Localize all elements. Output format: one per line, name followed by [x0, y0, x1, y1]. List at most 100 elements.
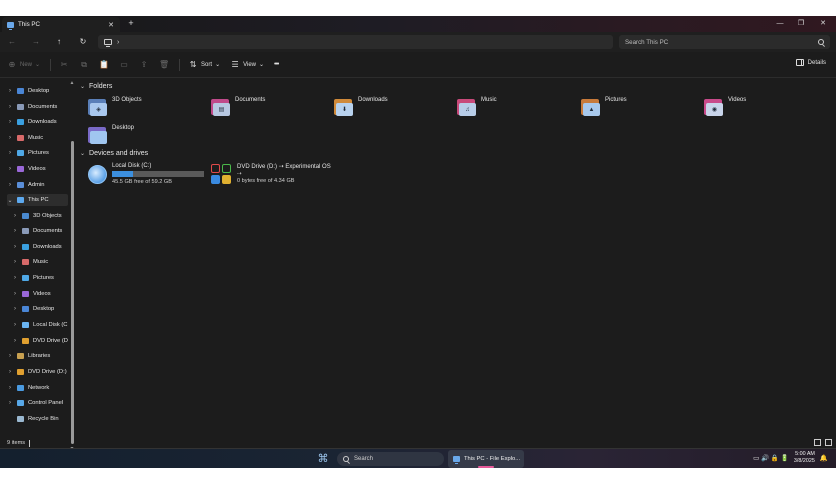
folder-item[interactable]: ◈ 3D Objects — [88, 95, 142, 119]
sidebar-item[interactable]: › Admin — [7, 179, 68, 191]
close-button[interactable]: ✕ — [816, 18, 830, 29]
expand-chevron-icon[interactable]: › — [7, 104, 13, 110]
sidebar-item[interactable]: › Music — [12, 256, 68, 268]
folder-item[interactable]: ♫ Music — [457, 95, 497, 119]
file-explorer-window: This PC ✕ + — ❐ ✕ ← → ↑ ↻ › Search This … — [0, 16, 836, 468]
copy-button[interactable]: ⧉ — [79, 60, 89, 70]
folder-item[interactable]: ⬇ Downloads — [334, 95, 388, 119]
expand-chevron-icon[interactable]: › — [7, 400, 13, 406]
dvd-drive-d[interactable]: DVD Drive (D:) ⇢ Experimental OS ⇢ 0 byt… — [211, 163, 331, 184]
expand-chevron-icon[interactable]: › — [12, 291, 18, 297]
drives-section-header[interactable]: ⌄ Devices and drives — [80, 150, 148, 157]
local-disk-c[interactable]: Local Disk (C:) 45.5 GB free of 59.2 GB — [88, 163, 204, 185]
sidebar-item[interactable]: › Desktop — [12, 303, 68, 315]
expand-chevron-icon[interactable]: › — [7, 119, 13, 125]
notification-bell-icon[interactable]: 🔔 — [820, 454, 828, 462]
folder-icon — [22, 244, 29, 250]
paste-button[interactable]: 📋 — [99, 60, 109, 69]
forward-button[interactable]: → — [30, 36, 42, 48]
view-button[interactable]: ☰ View ⌄ — [230, 60, 265, 69]
clock[interactable]: 5:00 AM 3/8/2025 — [794, 451, 815, 465]
expand-chevron-icon[interactable]: › — [7, 166, 13, 172]
expand-chevron-icon[interactable]: › — [7, 135, 13, 141]
sidebar-item[interactable]: › Music — [7, 132, 68, 144]
start-button[interactable]: ⌘ — [316, 452, 330, 466]
expand-chevron-icon[interactable]: › — [7, 150, 13, 156]
folder-icon: ▤ — [211, 98, 231, 116]
scrollbar-thumb[interactable] — [70, 141, 74, 444]
sidebar-item[interactable]: › DVD Drive (D:) — [7, 366, 68, 378]
sidebar-item[interactable]: › Downloads — [7, 116, 68, 128]
expand-chevron-icon[interactable]: › — [7, 369, 13, 375]
sidebar-item[interactable]: › Videos — [12, 288, 68, 300]
expand-chevron-icon[interactable]: › — [7, 385, 13, 391]
expand-chevron-icon[interactable]: › — [12, 259, 18, 265]
sidebar-item[interactable]: › Network — [7, 382, 68, 394]
new-tab-button[interactable]: + — [126, 18, 136, 28]
details-button[interactable]: Details — [795, 59, 826, 66]
expand-chevron-icon[interactable]: › — [12, 275, 18, 281]
tray-icons[interactable]: ▭ 🔊 🔒 🔋 — [753, 454, 789, 462]
expand-chevron-icon[interactable]: › — [12, 228, 18, 234]
folder-label: Videos — [728, 97, 747, 103]
folder-item[interactable]: ▤ Documents — [211, 95, 265, 119]
folder-item[interactable]: ◉ Videos — [704, 95, 746, 119]
tiles-view-icon[interactable] — [825, 439, 832, 446]
sidebar-item[interactable]: › Documents — [12, 225, 68, 237]
expand-chevron-icon[interactable]: ⌄ — [7, 197, 13, 204]
new-button[interactable]: ⊕ New ⌄ — [7, 60, 40, 69]
folder-item[interactable]: Desktop — [88, 123, 134, 147]
expand-chevron-icon[interactable]: › — [12, 322, 18, 328]
expand-chevron-icon[interactable]: › — [12, 338, 18, 344]
chevron-down-icon: ⌄ — [35, 62, 41, 68]
delete-button[interactable]: 🗑 — [159, 60, 169, 69]
refresh-button[interactable]: ↻ — [77, 36, 89, 48]
tab-this-pc[interactable]: This PC ✕ — [2, 17, 120, 32]
folder-label: Pictures — [605, 97, 627, 103]
breadcrumb-chevron-icon[interactable]: › — [117, 39, 119, 46]
maximize-button[interactable]: ❐ — [794, 18, 808, 29]
dvd-tile-icon — [211, 175, 220, 184]
cut-button[interactable]: ✂ — [59, 60, 69, 69]
folder-icon — [22, 322, 29, 328]
search-input[interactable]: Search This PC — [619, 35, 830, 49]
sidebar-item[interactable]: › Pictures — [7, 147, 68, 159]
sort-button[interactable]: ⇅ Sort ⌄ — [188, 60, 220, 69]
expand-chevron-icon[interactable]: › — [12, 244, 18, 250]
taskbar-search[interactable]: Search — [337, 452, 444, 466]
scroll-up-icon[interactable]: ▲ — [69, 80, 75, 86]
tab-close-icon[interactable]: ✕ — [107, 21, 115, 29]
sidebar-item[interactable]: ⌄ This PC — [7, 194, 68, 206]
sidebar-item[interactable]: › 3D Objects — [12, 210, 68, 222]
expand-chevron-icon[interactable]: › — [12, 306, 18, 312]
sidebar-item[interactable]: › Local Disk (C — [12, 319, 68, 331]
minimize-button[interactable]: — — [773, 18, 787, 29]
sidebar-item[interactable]: › DVD Drive (D — [12, 335, 68, 347]
folder-item[interactable]: ▲ Pictures — [581, 95, 627, 119]
taskbar-file-explorer[interactable]: This PC - File Explo... — [448, 450, 524, 468]
sidebar-item[interactable]: › Downloads — [12, 241, 68, 253]
details-view-icon[interactable] — [814, 439, 821, 446]
share-button[interactable]: ⇪ — [139, 60, 149, 69]
expand-chevron-icon[interactable]: › — [7, 88, 13, 94]
folder-icon — [22, 291, 29, 297]
sidebar-item[interactable]: Recycle Bin — [7, 413, 68, 425]
sidebar-item[interactable]: › Libraries — [7, 350, 68, 362]
sidebar-item[interactable]: › Desktop — [7, 85, 68, 97]
sidebar-item[interactable]: › Videos — [7, 163, 68, 175]
sidebar-scrollbar[interactable]: ▲ ▼ — [69, 79, 75, 454]
more-options-button[interactable]: ••• — [274, 61, 279, 68]
folder-badge-icon: ⬇ — [336, 103, 353, 116]
sidebar-item[interactable]: › Pictures — [12, 272, 68, 284]
up-button[interactable]: ↑ — [53, 36, 65, 48]
folders-section-header[interactable]: ⌄ Folders — [80, 83, 112, 90]
expand-chevron-icon[interactable]: › — [12, 213, 18, 219]
sidebar-item[interactable]: › Control Panel — [7, 397, 68, 409]
rename-button[interactable]: ▭ — [119, 60, 129, 69]
expand-chevron-icon[interactable]: › — [7, 182, 13, 188]
expand-chevron-icon[interactable]: › — [7, 353, 13, 359]
sidebar-item[interactable]: › Documents — [7, 101, 68, 113]
dvd-tile-icon — [222, 175, 231, 184]
address-input[interactable]: › — [98, 35, 613, 49]
back-button[interactable]: ← — [6, 36, 18, 48]
